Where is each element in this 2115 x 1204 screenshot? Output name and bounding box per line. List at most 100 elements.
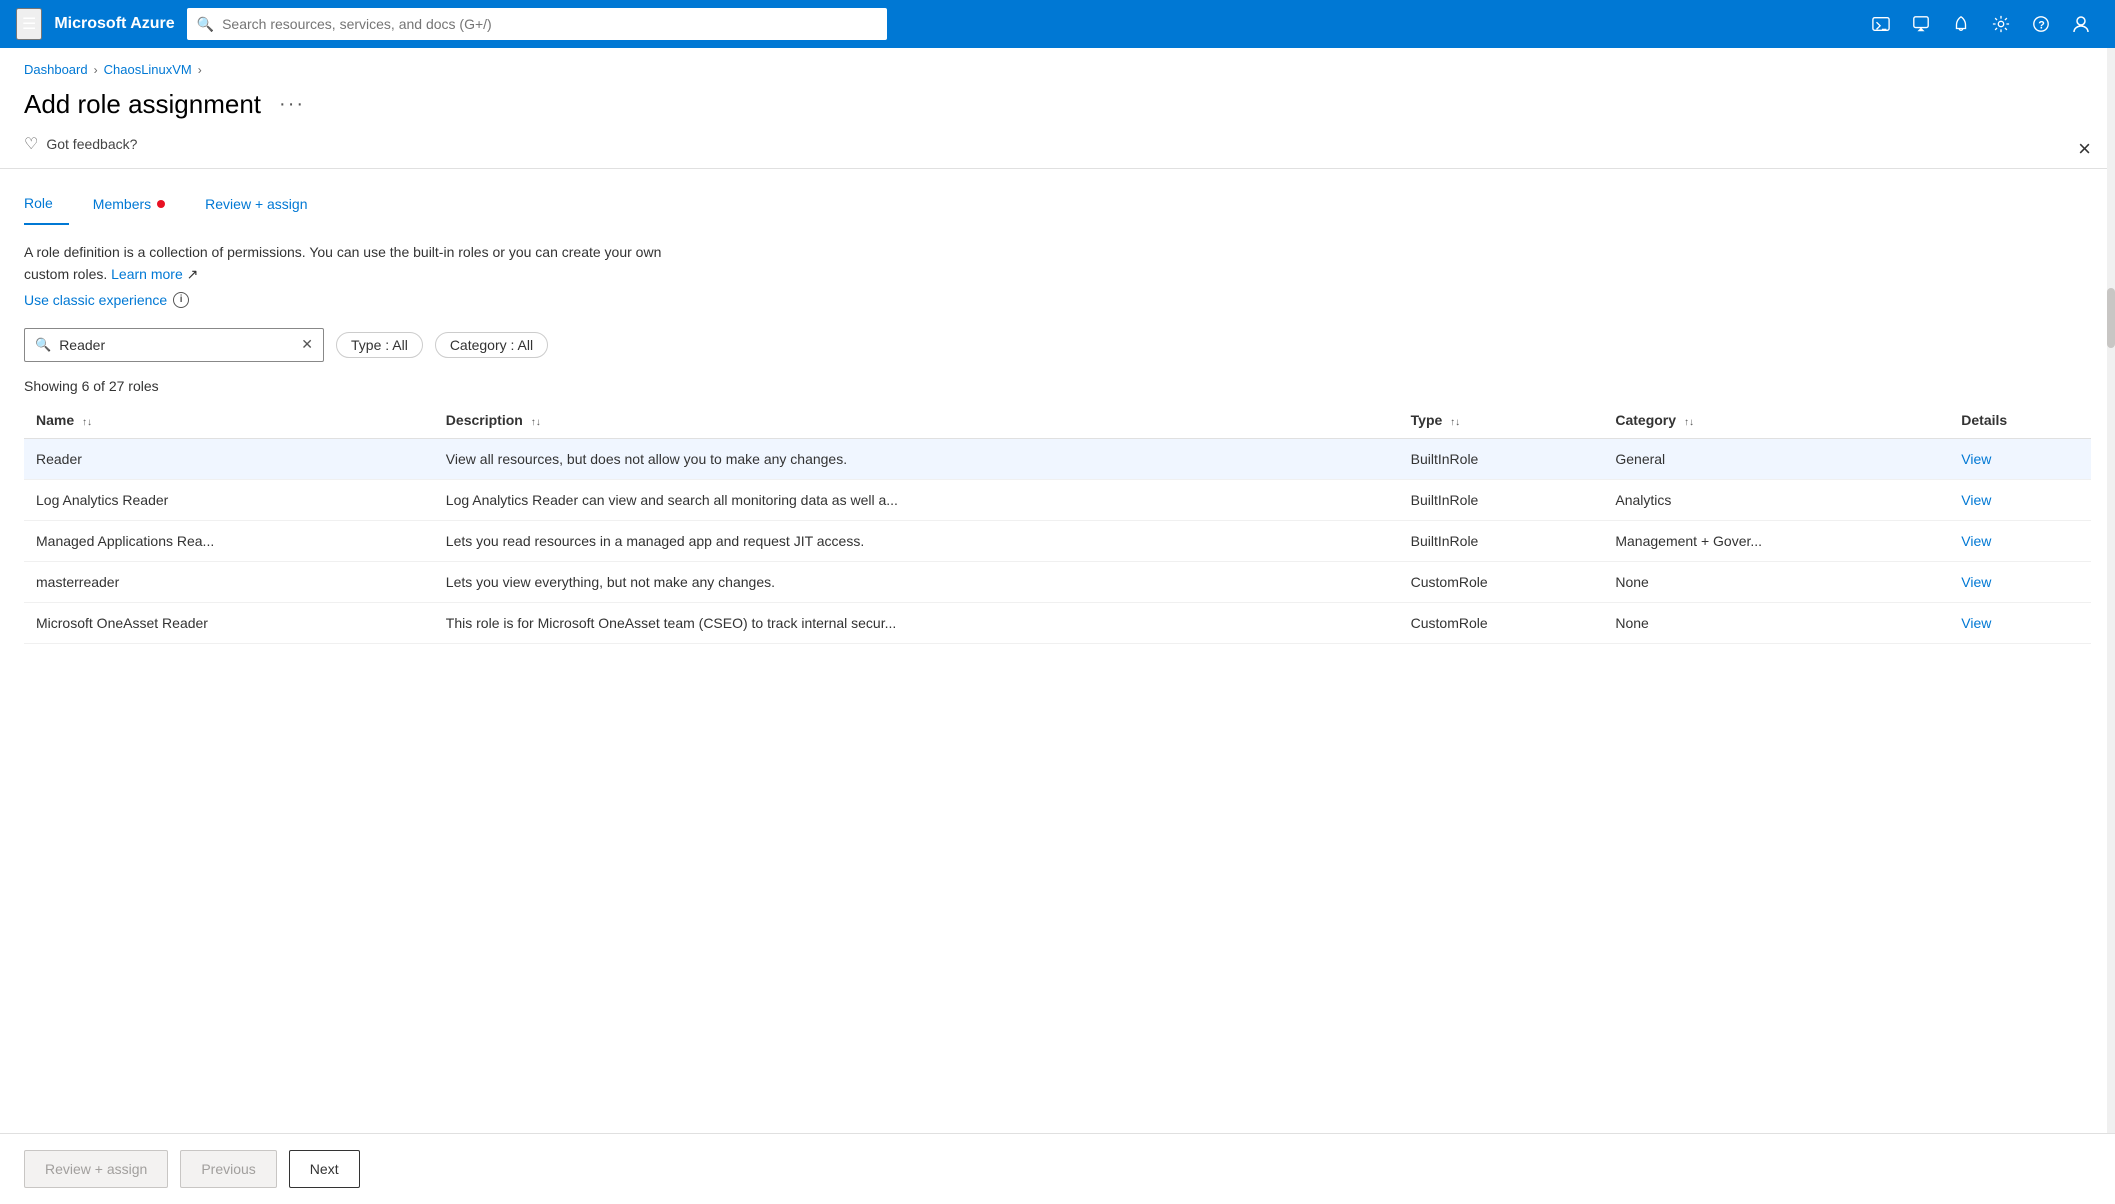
cell-details-0[interactable]: View — [1949, 438, 2091, 479]
table-row[interactable]: Reader View all resources, but does not … — [24, 438, 2091, 479]
help-icon[interactable]: ? — [2023, 6, 2059, 42]
feedback-label[interactable]: Got feedback? — [46, 136, 137, 152]
global-search-input[interactable] — [222, 16, 877, 32]
cell-name-1: Log Analytics Reader — [24, 479, 434, 520]
cell-name-2: Managed Applications Rea... — [24, 520, 434, 561]
scrollbar-thumb[interactable] — [2107, 288, 2115, 348]
col-category[interactable]: Category ↑↓ — [1603, 402, 1949, 439]
page-title: Add role assignment — [24, 89, 261, 120]
tab-role-label: Role — [24, 195, 53, 211]
divider — [0, 168, 2115, 169]
tab-review-assign-label: Review + assign — [205, 196, 307, 212]
col-name[interactable]: Name ↑↓ — [24, 402, 434, 439]
cell-name-0: Reader — [24, 438, 434, 479]
type-filter-label: Type : All — [351, 337, 408, 353]
breadcrumb-dashboard[interactable]: Dashboard — [24, 62, 88, 77]
review-assign-button[interactable]: Review + assign — [24, 1150, 168, 1188]
cell-type-4: CustomRole — [1399, 602, 1604, 643]
feedback-icon[interactable] — [1903, 6, 1939, 42]
view-link-2[interactable]: View — [1961, 533, 1991, 549]
table-row[interactable]: Managed Applications Rea... Lets you rea… — [24, 520, 2091, 561]
cell-type-2: BuiltInRole — [1399, 520, 1604, 561]
cell-details-4[interactable]: View — [1949, 602, 2091, 643]
brand-name: Microsoft Azure — [54, 15, 174, 33]
roles-table-wrapper: Name ↑↓ Description ↑↓ Type ↑↓ Category … — [0, 402, 2115, 644]
tab-members-label: Members — [93, 196, 151, 212]
nav-icons-group: ? — [1863, 6, 2099, 42]
roles-table: Name ↑↓ Description ↑↓ Type ↑↓ Category … — [24, 402, 2091, 644]
learn-more-link[interactable]: Learn more — [111, 266, 183, 282]
cell-description-2: Lets you read resources in a managed app… — [434, 520, 1399, 561]
breadcrumb-vm[interactable]: ChaosLinuxVM — [104, 62, 192, 77]
role-search-box[interactable]: 🔍 ✕ — [24, 328, 324, 362]
tab-role[interactable]: Role — [24, 185, 69, 225]
notifications-icon[interactable] — [1943, 6, 1979, 42]
close-button[interactable]: × — [2078, 138, 2091, 160]
cell-name-4: Microsoft OneAsset Reader — [24, 602, 434, 643]
cell-category-4: None — [1603, 602, 1949, 643]
col-type[interactable]: Type ↑↓ — [1399, 402, 1604, 439]
more-options-button[interactable]: ··· — [273, 89, 311, 120]
global-search-box[interactable]: 🔍 — [187, 8, 887, 40]
settings-icon[interactable] — [1983, 6, 2019, 42]
cell-type-1: BuiltInRole — [1399, 479, 1604, 520]
cell-details-2[interactable]: View — [1949, 520, 2091, 561]
breadcrumb-sep-1: › — [94, 63, 98, 77]
category-sort-icon[interactable]: ↑↓ — [1684, 417, 1694, 428]
page-title-area: Add role assignment ··· — [0, 77, 2115, 120]
view-link-0[interactable]: View — [1961, 451, 1991, 467]
search-icon: 🔍 — [197, 16, 214, 33]
main-content: Dashboard › ChaosLinuxVM › Add role assi… — [0, 48, 2115, 1204]
description-line2: custom roles. — [24, 266, 107, 282]
cell-details-1[interactable]: View — [1949, 479, 2091, 520]
showing-count: Showing 6 of 27 roles — [0, 378, 2115, 402]
feedback-bar: ♡ Got feedback? — [0, 120, 2115, 168]
col-details: Details — [1949, 402, 2091, 439]
view-link-3[interactable]: View — [1961, 574, 1991, 590]
terminal-icon[interactable] — [1863, 6, 1899, 42]
description-sort-icon[interactable]: ↑↓ — [531, 417, 541, 428]
type-sort-icon[interactable]: ↑↓ — [1450, 417, 1460, 428]
scrollbar[interactable] — [2107, 48, 2115, 1204]
cell-description-0: View all resources, but does not allow y… — [434, 438, 1399, 479]
cell-category-1: Analytics — [1603, 479, 1949, 520]
cell-category-2: Management + Gover... — [1603, 520, 1949, 561]
filter-row: 🔍 ✕ Type : All Category : All — [0, 308, 2115, 378]
classic-experience-row: Use classic experience i — [0, 286, 2115, 308]
cell-name-3: masterreader — [24, 561, 434, 602]
info-icon[interactable]: i — [173, 292, 189, 308]
view-link-4[interactable]: View — [1961, 615, 1991, 631]
search-icon: 🔍 — [35, 337, 51, 353]
search-clear-button[interactable]: ✕ — [301, 336, 313, 353]
cell-description-1: Log Analytics Reader can view and search… — [434, 479, 1399, 520]
tab-review-assign[interactable]: Review + assign — [205, 186, 323, 224]
tabs-container: Role Members Review + assign — [0, 185, 2115, 225]
breadcrumb-sep-2: › — [198, 63, 202, 77]
cell-type-3: CustomRole — [1399, 561, 1604, 602]
table-row[interactable]: Microsoft OneAsset Reader This role is f… — [24, 602, 2091, 643]
classic-experience-link[interactable]: Use classic experience — [24, 292, 167, 308]
name-sort-icon[interactable]: ↑↓ — [82, 417, 92, 428]
footer-actions: Review + assign Previous Next — [0, 1133, 2115, 1204]
next-button[interactable]: Next — [289, 1150, 360, 1188]
heart-icon: ♡ — [24, 134, 38, 154]
breadcrumb: Dashboard › ChaosLinuxVM › — [0, 48, 2115, 77]
category-filter-pill[interactable]: Category : All — [435, 332, 548, 358]
type-filter-pill[interactable]: Type : All — [336, 332, 423, 358]
top-navigation: ☰ Microsoft Azure 🔍 ? — [0, 0, 2115, 48]
col-description[interactable]: Description ↑↓ — [434, 402, 1399, 439]
table-row[interactable]: Log Analytics Reader Log Analytics Reade… — [24, 479, 2091, 520]
cell-description-3: Lets you view everything, but not make a… — [434, 561, 1399, 602]
cell-category-0: General — [1603, 438, 1949, 479]
previous-button[interactable]: Previous — [180, 1150, 276, 1188]
role-search-input[interactable] — [59, 337, 293, 353]
hamburger-menu[interactable]: ☰ — [16, 8, 42, 40]
cell-details-3[interactable]: View — [1949, 561, 2091, 602]
view-link-1[interactable]: View — [1961, 492, 1991, 508]
description-line1: A role definition is a collection of per… — [24, 244, 661, 260]
category-filter-label: Category : All — [450, 337, 533, 353]
members-dot — [157, 200, 165, 208]
table-row[interactable]: masterreader Lets you view everything, b… — [24, 561, 2091, 602]
tab-members[interactable]: Members — [93, 186, 181, 224]
user-avatar[interactable] — [2063, 6, 2099, 42]
